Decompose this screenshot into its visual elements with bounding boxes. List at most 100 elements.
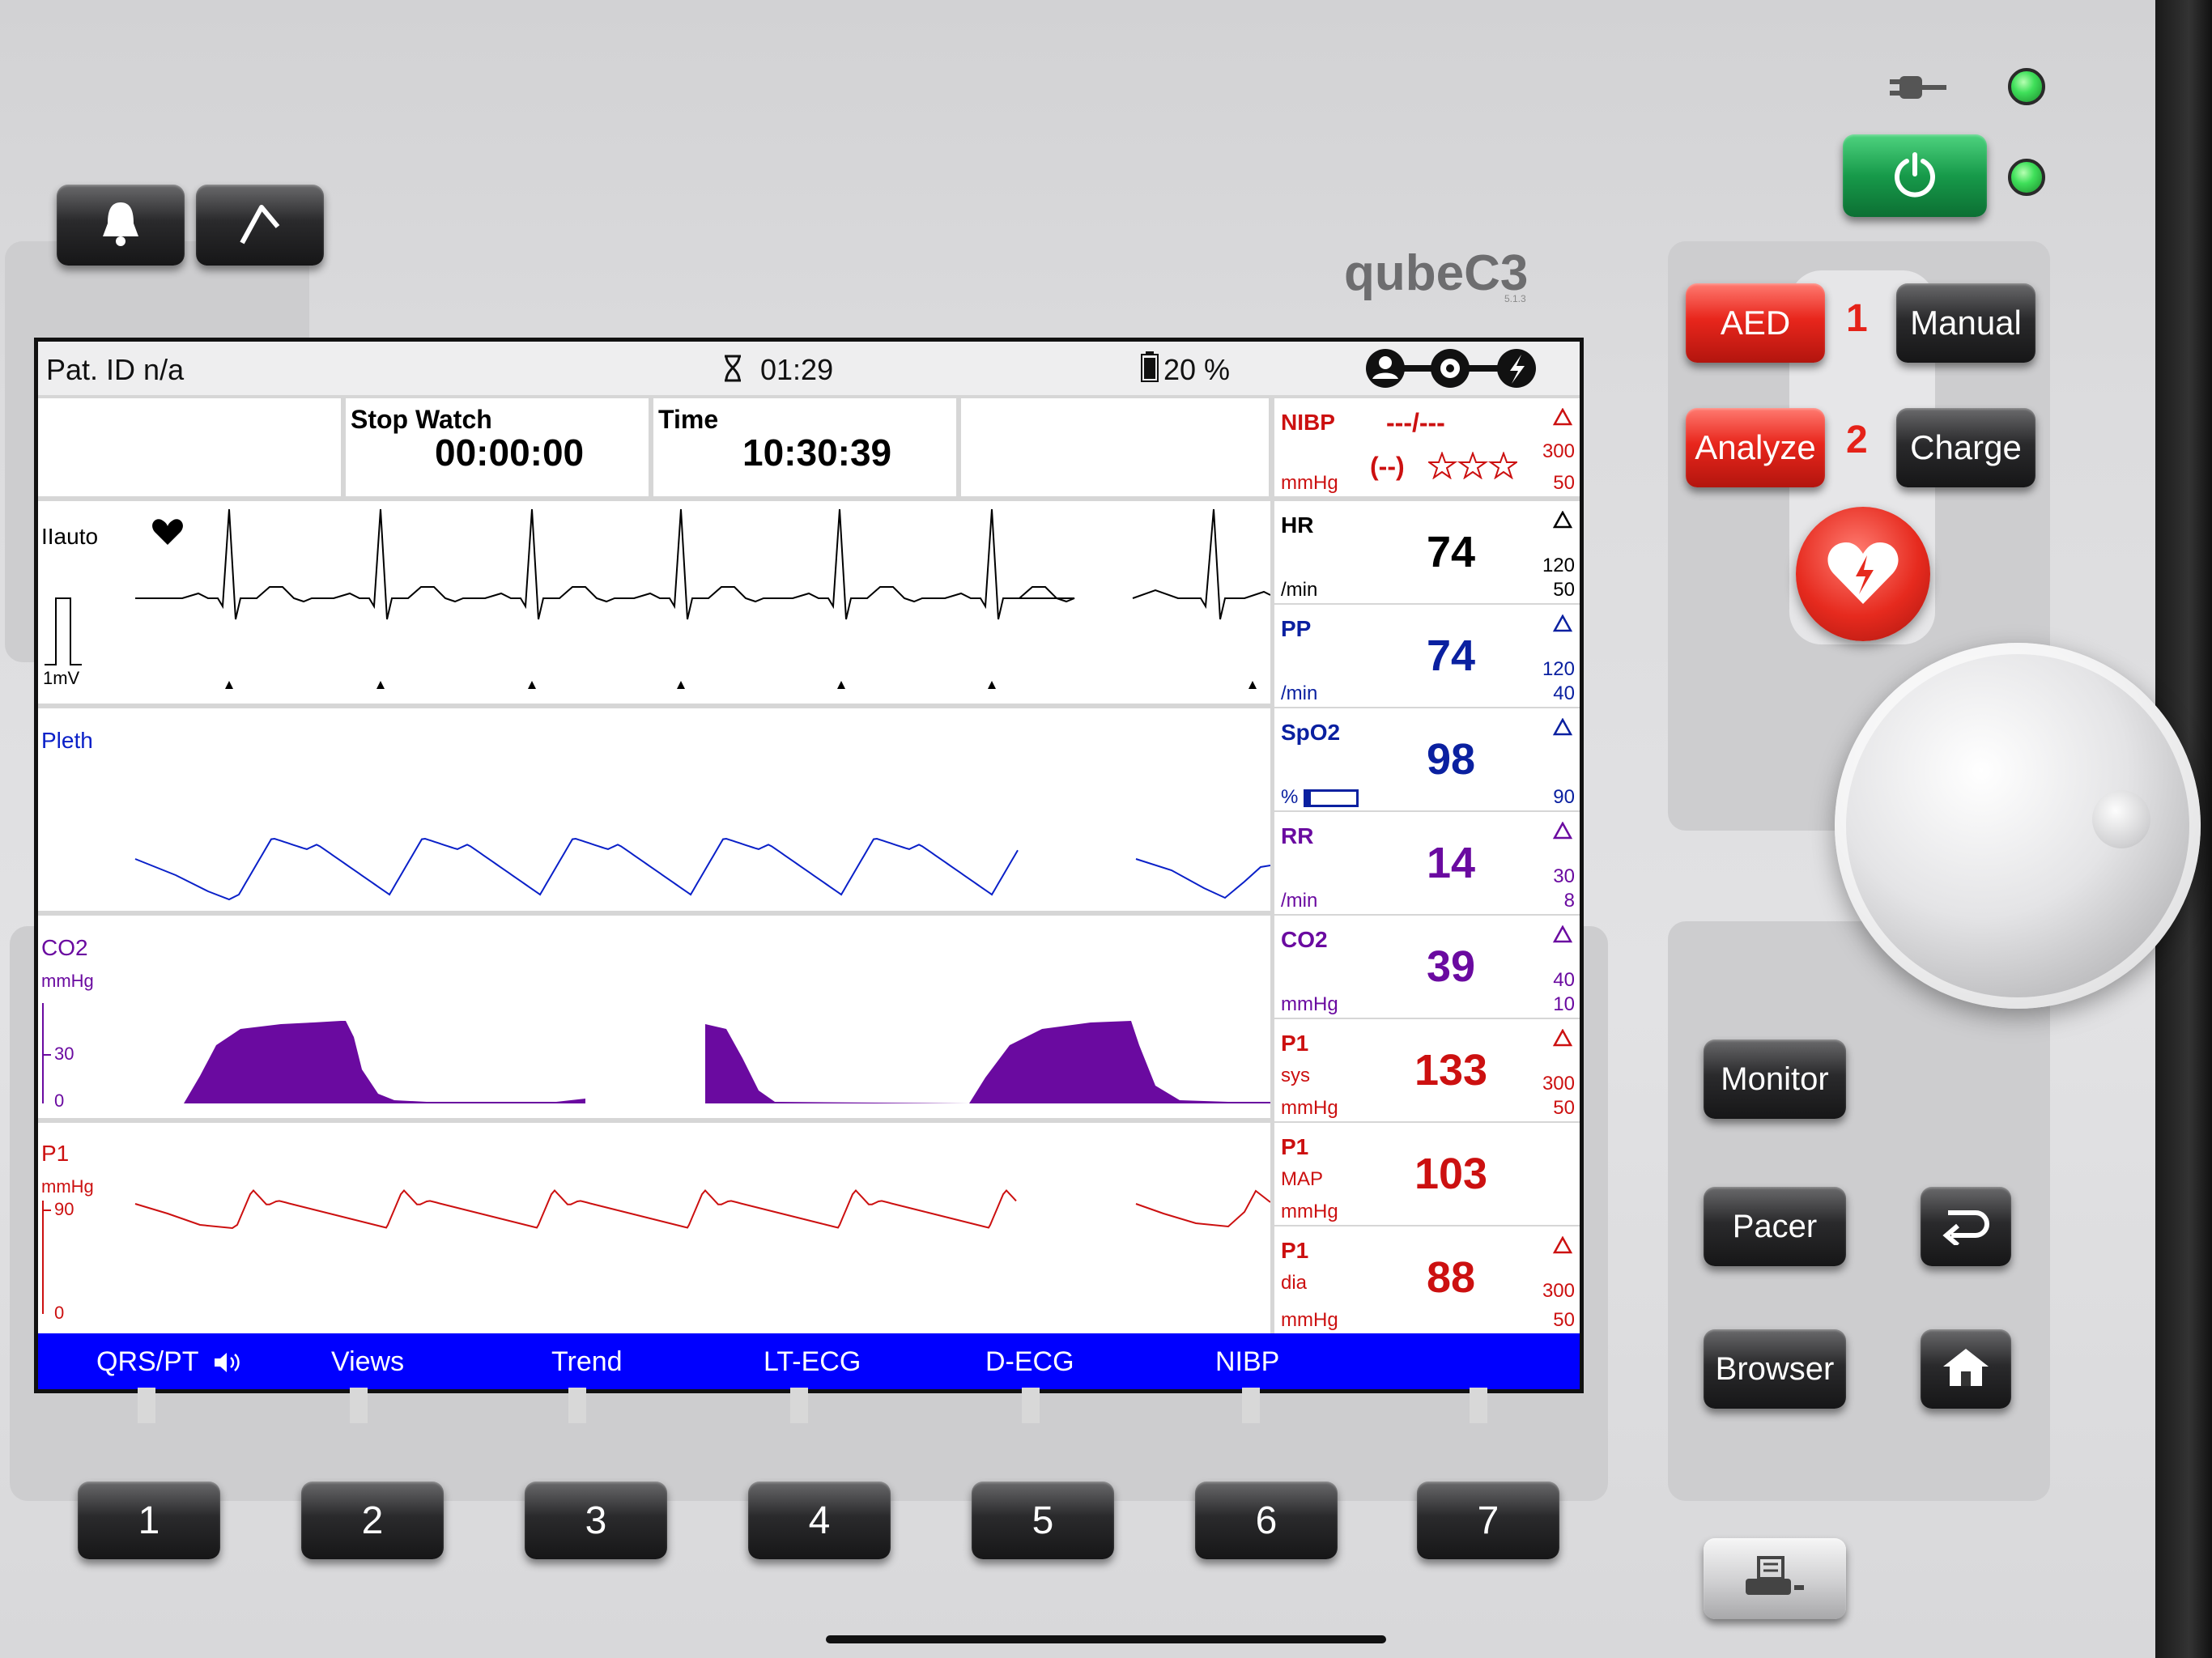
param-pp[interactable]: PP 74 /min 120 40 <box>1274 605 1580 707</box>
co2-capnogram-fill <box>705 1021 1270 1103</box>
softkey-views[interactable]: Views <box>331 1346 404 1378</box>
co2-alarm-low: 10 <box>1553 993 1575 1015</box>
alarm-bell-icon <box>1552 407 1573 430</box>
pleth-line <box>1135 858 1270 899</box>
spo2-signal-fill <box>1306 792 1311 805</box>
pleth-trace <box>134 837 1270 901</box>
pp-alarm-high: 120 <box>1542 658 1575 680</box>
patient-id[interactable]: Pat. ID n/a <box>46 353 184 387</box>
shock-button[interactable] <box>1796 507 1930 641</box>
co2-unit: mmHg <box>1281 993 1338 1015</box>
p1-dia-name: P1 <box>1281 1238 1309 1263</box>
softkey-tab <box>350 1388 368 1423</box>
connection-status-icons <box>1363 346 1541 397</box>
alarm-bell-icon <box>1552 1028 1573 1051</box>
navigation-knob[interactable] <box>1835 643 2201 1009</box>
knob-grip <box>2092 790 2150 848</box>
alarm-bell-icon <box>1552 821 1573 844</box>
softkey-button-6[interactable]: 6 <box>1195 1482 1338 1559</box>
ecg-waveform-area[interactable]: IIauto 1mV <box>38 501 1270 704</box>
softkey-button-5[interactable]: 5 <box>972 1482 1114 1559</box>
aed-button[interactable]: AED <box>1686 283 1825 363</box>
nibp-alarm-high: 300 <box>1542 440 1575 462</box>
p1-line <box>134 1188 1017 1230</box>
softkey-button-3[interactable]: 3 <box>525 1482 667 1559</box>
mains-led <box>2008 68 2045 105</box>
alarm-button[interactable] <box>57 185 185 266</box>
p1-sys-alarm-high: 300 <box>1542 1073 1575 1095</box>
info-box-empty-2 <box>961 398 1269 496</box>
qrs-marker <box>837 681 845 689</box>
home-button[interactable] <box>1921 1329 2011 1409</box>
param-p1-sys[interactable]: P1 sys 133 mmHg 300 50 <box>1274 1019 1580 1121</box>
nibp-name: NIBP <box>1281 410 1335 435</box>
spo2-unit: % <box>1281 786 1299 808</box>
back-arrow-icon <box>1940 1205 1992 1249</box>
softkey-button-1[interactable]: 1 <box>78 1482 220 1559</box>
param-rr[interactable]: RR 14 /min 30 8 <box>1274 812 1580 914</box>
p1-sys-alarm-low: 50 <box>1553 1097 1575 1119</box>
speaker-icon <box>213 1350 244 1381</box>
stopwatch-value: 00:00:00 <box>435 432 585 474</box>
stopwatch-box[interactable]: Stop Watch 00:00:00 <box>346 398 649 496</box>
rr-value: 14 <box>1426 839 1476 887</box>
charge-button[interactable]: Charge <box>1896 408 2035 487</box>
softkey-button-7[interactable]: 7 <box>1417 1482 1559 1559</box>
param-p1-map[interactable]: P1 MAP 103 mmHg <box>1274 1123 1580 1225</box>
softkey-button-4[interactable]: 4 <box>748 1482 891 1559</box>
spo2-signal-bar <box>1304 789 1359 807</box>
status-bar: Pat. ID n/a 01:29 20 % <box>38 342 1580 395</box>
spo2-value: 98 <box>1426 735 1476 784</box>
p1-sys-name: P1 <box>1281 1031 1309 1056</box>
nibp-alarm-low: 50 <box>1553 472 1575 494</box>
heart-shock-icon <box>1827 539 1899 611</box>
power-icon <box>1891 150 1939 202</box>
rr-name: RR <box>1281 823 1314 848</box>
softkey-lt-ecg[interactable]: LT-ECG <box>764 1346 861 1378</box>
spo2-name: SpO2 <box>1281 720 1341 745</box>
ecg-line <box>1132 508 1270 620</box>
print-button[interactable] <box>1704 1538 1846 1619</box>
p1-waveform-area[interactable]: P1 mmHg 90 0 <box>38 1123 1270 1333</box>
power-led <box>2008 159 2045 196</box>
co2-waveform-area[interactable]: CO2 mmHg 30 0 <box>38 916 1270 1118</box>
home-icon <box>1940 1346 1992 1393</box>
back-button[interactable] <box>1921 1187 2011 1266</box>
co2-alarm-high: 40 <box>1553 969 1575 991</box>
softkey-d-ecg[interactable]: D-ECG <box>985 1346 1074 1378</box>
pp-alarm-low: 40 <box>1553 682 1575 704</box>
nibp-mean: (--) <box>1370 452 1405 481</box>
param-co2[interactable]: CO2 39 mmHg 40 10 <box>1274 916 1580 1018</box>
softkey-trend[interactable]: Trend <box>551 1346 623 1378</box>
qrs-marker <box>225 681 233 689</box>
pp-unit: /min <box>1281 682 1318 704</box>
nibp-unit: mmHg <box>1281 472 1338 494</box>
event-marker-button[interactable] <box>196 185 324 266</box>
step-1-label: 1 <box>1846 297 1868 340</box>
rr-unit: /min <box>1281 890 1318 912</box>
co2-trace <box>42 1003 1270 1103</box>
softkey-tab <box>568 1388 586 1423</box>
param-hr[interactable]: HR 74 /min 120 50 <box>1274 501 1580 603</box>
param-nibp[interactable]: NIBP ---/--- (--) mmHg 300 50 <box>1274 398 1580 496</box>
pleth-waveform-area[interactable]: Pleth <box>38 708 1270 911</box>
analyze-button[interactable]: Analyze <box>1686 408 1825 487</box>
plug-icon <box>1888 71 1948 108</box>
softkey-tab <box>1242 1388 1260 1423</box>
softkey-qrs-pt[interactable]: QRS/PT <box>96 1346 199 1378</box>
nibp-value: ---/--- <box>1386 408 1445 437</box>
alarm-bell-icon <box>1552 717 1573 740</box>
manual-button[interactable]: Manual <box>1896 283 2035 363</box>
softkey-button-2[interactable]: 2 <box>301 1482 444 1559</box>
param-spo2[interactable]: SpO2 98 % 90 <box>1274 708 1580 810</box>
browser-button[interactable]: Browser <box>1704 1329 1846 1409</box>
p1-trace <box>42 1188 1270 1314</box>
p1-map-sub: MAP <box>1281 1168 1324 1190</box>
power-button[interactable] <box>1843 134 1987 217</box>
p1-dia-alarm-high: 300 <box>1542 1280 1575 1302</box>
qrs-marker <box>1249 681 1257 689</box>
param-p1-dia[interactable]: P1 dia 88 mmHg 300 50 <box>1274 1226 1580 1333</box>
pacer-button[interactable]: Pacer <box>1704 1187 1846 1266</box>
softkey-nibp[interactable]: NIBP <box>1215 1346 1279 1378</box>
monitor-button[interactable]: Monitor <box>1704 1039 1846 1119</box>
